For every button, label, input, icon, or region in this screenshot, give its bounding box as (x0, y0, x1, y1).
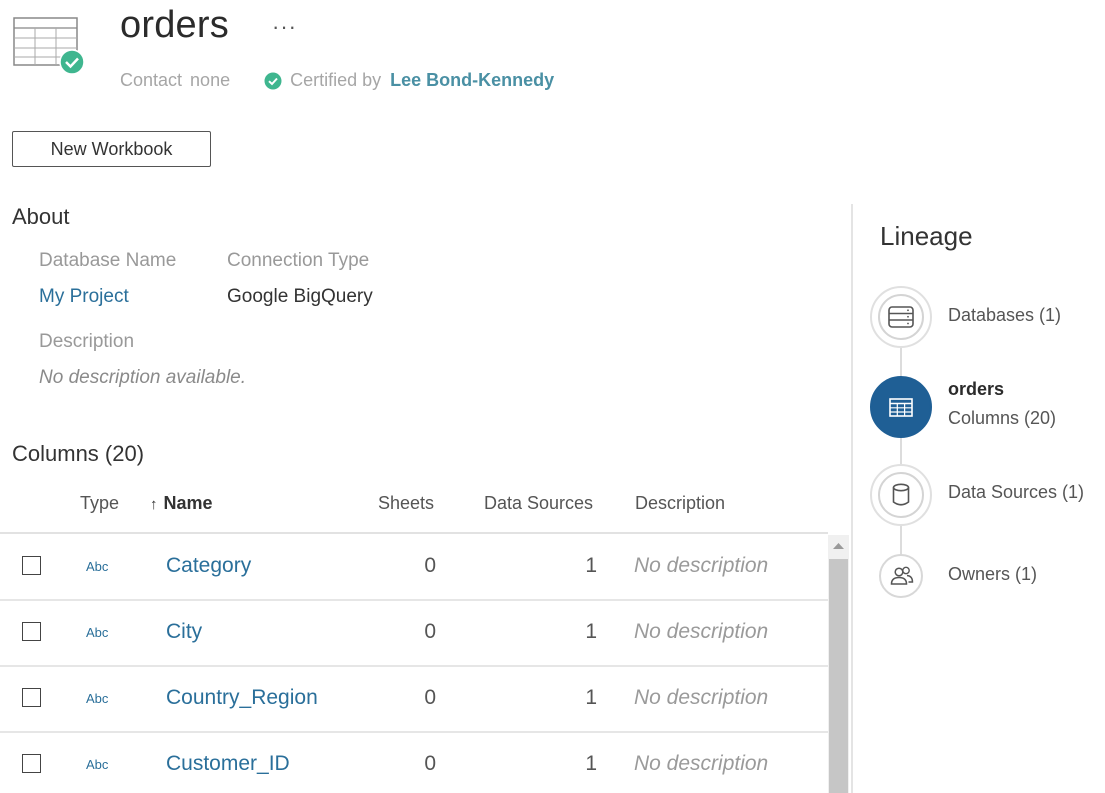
database-name-label: Database Name (39, 250, 177, 271)
database-icon (888, 306, 914, 328)
lineage-node-data-sources[interactable] (870, 464, 932, 526)
table-header-divider (0, 532, 828, 534)
table-row: Abc Country_Region 0 1 No description (0, 667, 828, 733)
lineage-label-databases[interactable]: Databases (1) (948, 305, 1061, 326)
connection-type-value: Google BigQuery (227, 286, 373, 307)
about-heading: About (12, 204, 70, 229)
row-checkbox[interactable] (22, 622, 41, 641)
table-row: Abc Customer_ID 0 1 No description (0, 733, 828, 793)
table-certified-icon (13, 17, 85, 75)
description-label: Description (39, 331, 135, 352)
column-description: No description (634, 752, 769, 775)
row-checkbox[interactable] (22, 688, 41, 707)
check-circle-icon (264, 72, 282, 89)
contact-label: Contact (120, 70, 183, 90)
column-header-data-sources[interactable]: Data Sources (484, 493, 593, 514)
page-title: orders (120, 4, 229, 46)
certifier-link[interactable]: Lee Bond-Kennedy (390, 70, 554, 91)
scrollbar-thumb[interactable] (829, 559, 848, 793)
data-sources-count: 1 (585, 686, 597, 709)
header-meta: Contact none Certified by Lee Bond-Kenne… (120, 70, 554, 91)
lineage-label-orders: orders (948, 379, 1005, 399)
row-checkbox[interactable] (22, 754, 41, 773)
data-sources-count: 1 (585, 752, 597, 775)
connection-type-label: Connection Type (227, 250, 370, 271)
data-sources-count: 1 (585, 554, 597, 577)
sheets-count: 0 (424, 752, 436, 775)
type-badge: Abc (86, 625, 109, 640)
column-name-link[interactable]: City (166, 620, 202, 644)
table-row: Abc Category 0 1 No description (0, 535, 828, 601)
lineage-node-databases[interactable] (870, 286, 932, 348)
type-badge: Abc (86, 559, 109, 574)
lineage-node-ring (878, 472, 924, 518)
lineage-sublabel-columns[interactable]: Columns (20) (948, 408, 1056, 429)
sheets-count: 0 (424, 686, 436, 709)
column-name-link[interactable]: Country_Region (166, 686, 318, 710)
lineage-node-orders[interactable] (870, 376, 932, 438)
column-name-link[interactable]: Customer_ID (166, 752, 290, 776)
lineage-node-owners[interactable] (879, 554, 923, 598)
lineage-node-ring (878, 294, 924, 340)
scroll-up-arrow-icon[interactable] (828, 537, 849, 555)
table-icon (889, 398, 913, 417)
column-header-description[interactable]: Description (635, 493, 725, 514)
users-icon (890, 566, 914, 585)
column-header-name[interactable]: ↑ Name (150, 493, 213, 514)
lineage-heading: Lineage (880, 221, 973, 251)
row-checkbox[interactable] (22, 556, 41, 575)
more-actions-button[interactable]: ··· (272, 14, 297, 40)
column-name-link[interactable]: Category (166, 554, 251, 578)
panel-divider (851, 204, 853, 793)
table-scrollbar[interactable] (828, 535, 849, 793)
column-description: No description (634, 620, 769, 643)
sheets-count: 0 (424, 554, 436, 577)
cylinder-icon (892, 483, 910, 506)
new-workbook-button[interactable]: New Workbook (12, 131, 211, 167)
table-row: Abc City 0 1 No description (0, 601, 828, 667)
database-name-link[interactable]: My Project (39, 286, 129, 308)
column-header-name-label: Name (163, 493, 213, 513)
certified-label: Certified by (290, 70, 382, 90)
contact-value: none (190, 70, 231, 90)
column-description: No description (634, 554, 769, 577)
type-badge: Abc (86, 757, 109, 772)
data-sources-count: 1 (585, 620, 597, 643)
sheets-count: 0 (424, 620, 436, 643)
lineage-label-data-sources[interactable]: Data Sources (1) (948, 482, 1084, 503)
columns-heading: Columns (20) (12, 441, 145, 466)
lineage-label-owners[interactable]: Owners (1) (948, 564, 1037, 585)
column-header-type[interactable]: Type (80, 493, 119, 514)
page: orders ··· Contact none Certified by Lee… (0, 0, 1105, 793)
column-description: No description (634, 686, 769, 709)
description-value: No description available. (39, 367, 247, 388)
type-badge: Abc (86, 691, 109, 706)
column-header-sheets[interactable]: Sheets (378, 493, 434, 514)
sort-ascending-icon: ↑ (150, 496, 158, 513)
